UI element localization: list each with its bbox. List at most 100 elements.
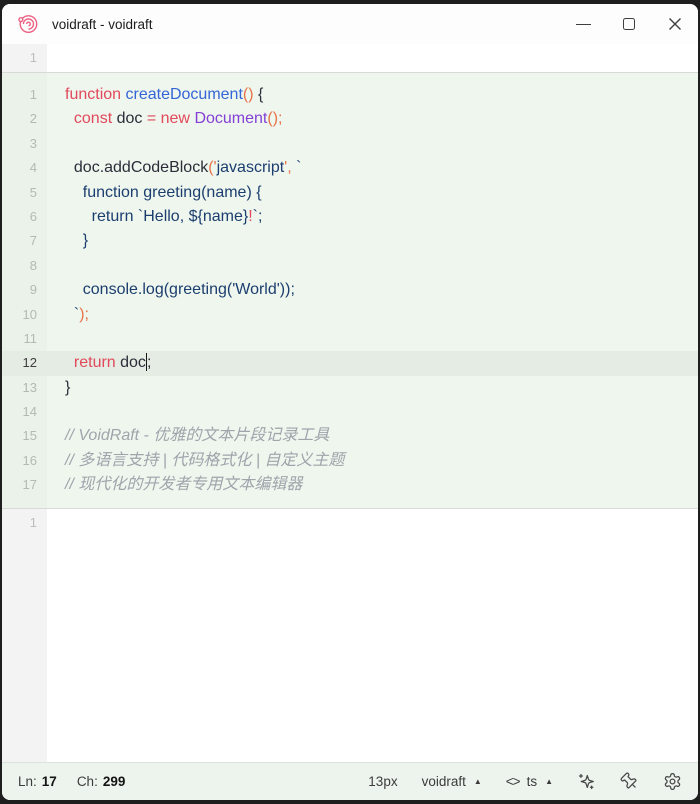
close-button[interactable] xyxy=(652,4,698,44)
line-content[interactable]: return `Hello, ${name}!`; xyxy=(47,205,698,229)
editor-line[interactable]: 1 xyxy=(2,44,698,72)
editor-line[interactable]: 11 xyxy=(2,327,698,351)
editor-line[interactable]: 15 // VoidRaft - 优雅的文本片段记录工具 xyxy=(2,424,698,448)
pin-icon[interactable] xyxy=(620,772,639,791)
code-token: = xyxy=(147,110,156,127)
gear-icon[interactable] xyxy=(663,772,682,791)
editor-line[interactable]: 16 // 多语言支持 | 代码格式化 | 自定义主题 xyxy=(2,449,698,473)
line-content[interactable]: function greeting(name) { xyxy=(47,181,698,205)
code-token: doc xyxy=(116,354,146,371)
code-token xyxy=(65,354,74,371)
line-content[interactable]: const doc = new Document(); xyxy=(47,107,698,131)
editor-line[interactable]: 6 return `Hello, ${name}!`; xyxy=(2,205,698,229)
line-content[interactable]: } xyxy=(47,229,698,253)
editor-block-text[interactable]: 1 xyxy=(2,509,698,762)
editor-line[interactable]: 7 } xyxy=(2,229,698,253)
code-token: { xyxy=(254,86,264,103)
line-content[interactable] xyxy=(47,400,698,424)
code-token: new xyxy=(161,110,190,127)
app-logo-icon xyxy=(17,13,39,35)
editor-line[interactable]: 4 doc.addCodeBlock('javascript', ` xyxy=(2,156,698,180)
line-content[interactable] xyxy=(47,254,698,278)
line-number: 10 xyxy=(2,303,47,327)
font-size-indicator[interactable]: 13px xyxy=(368,774,397,789)
code-token: ` xyxy=(65,306,79,323)
document-selector[interactable]: voidraft ▲ xyxy=(422,774,482,789)
editor-line[interactable]: 8 xyxy=(2,254,698,278)
editor-line[interactable]: 5 function greeting(name) { xyxy=(2,181,698,205)
line-content[interactable]: return doc; xyxy=(47,351,698,375)
sparkles-icon[interactable] xyxy=(577,772,596,791)
app-window: voidraft - voidraft 11function createDoc… xyxy=(2,4,698,800)
code-token: function xyxy=(65,86,121,103)
code-token: Document xyxy=(194,110,267,127)
line-content[interactable] xyxy=(47,132,698,156)
line-number: 1 xyxy=(2,44,47,72)
minimize-button[interactable] xyxy=(560,4,606,44)
editor-block-code[interactable]: 1function createDocument() {2 const doc … xyxy=(2,72,698,509)
line-content[interactable]: doc.addCodeBlock('javascript', ` xyxy=(47,156,698,180)
code-token: createDocument xyxy=(126,86,243,103)
code-token xyxy=(65,110,74,127)
line-content[interactable]: // 多语言支持 | 代码格式化 | 自定义主题 xyxy=(47,449,698,473)
line-number: 3 xyxy=(2,132,47,156)
maximize-button[interactable] xyxy=(606,4,652,44)
editor-line[interactable]: 1 xyxy=(2,509,698,537)
line-number: 17 xyxy=(2,473,47,497)
editor-line[interactable]: 13} xyxy=(2,376,698,400)
line-content[interactable]: `); xyxy=(47,303,698,327)
code-token: doc.addCodeBlock xyxy=(65,159,208,176)
editor-line[interactable]: 17// 现代化的开发者专用文本编辑器 xyxy=(2,473,698,497)
editor-line[interactable]: 2 const doc = new Document(); xyxy=(2,107,698,131)
code-icon: <> xyxy=(506,774,520,789)
document-name: voidraft xyxy=(422,774,466,789)
line-number: 1 xyxy=(2,83,47,107)
line-content[interactable] xyxy=(47,509,698,537)
code-token: (); xyxy=(267,110,282,127)
line-number: 16 xyxy=(2,449,47,473)
window-controls xyxy=(560,4,698,44)
code-token: ; xyxy=(147,354,151,371)
code-token: // 多语言支持 | 代码格式化 | 自定义主题 xyxy=(65,452,344,469)
line-number: 8 xyxy=(2,254,47,278)
code-token: (' xyxy=(208,159,216,176)
line-content[interactable]: } xyxy=(47,376,698,400)
line-number: 15 xyxy=(2,424,47,448)
editor-line[interactable]: 14 xyxy=(2,400,698,424)
line-content[interactable] xyxy=(47,327,698,351)
line-content[interactable]: // VoidRaft - 优雅的文本片段记录工具 xyxy=(47,424,698,448)
line-content[interactable] xyxy=(47,44,698,72)
line-content[interactable]: function createDocument() { xyxy=(47,83,698,107)
minimize-icon xyxy=(576,24,591,25)
line-number: 2 xyxy=(2,107,47,131)
code-token: () xyxy=(243,86,254,103)
line-number: 11 xyxy=(2,327,47,351)
line-number: 12 xyxy=(2,351,47,375)
editor-line[interactable]: 3 xyxy=(2,132,698,156)
line-indicator: Ln: 17 xyxy=(18,774,57,789)
code-token: javascript xyxy=(217,159,285,176)
editor-line[interactable]: 12 return doc; xyxy=(2,351,698,375)
editor-block-text[interactable]: 1 xyxy=(2,44,698,72)
line-number: 4 xyxy=(2,156,47,180)
language-selector[interactable]: <> ts ▲ xyxy=(506,774,553,789)
line-number: 13 xyxy=(2,376,47,400)
code-token: const xyxy=(74,110,112,127)
editor[interactable]: 11function createDocument() {2 const doc… xyxy=(2,44,698,762)
line-content[interactable]: // 现代化的开发者专用文本编辑器 xyxy=(47,473,698,497)
editor-line[interactable]: 10 `); xyxy=(2,303,698,327)
line-number: 5 xyxy=(2,181,47,205)
line-content[interactable]: console.log(greeting('World')); xyxy=(47,278,698,302)
code-token: } xyxy=(65,379,70,396)
code-token: // VoidRaft - 优雅的文本片段记录工具 xyxy=(65,427,329,444)
code-token: } xyxy=(65,232,88,249)
editor-line[interactable]: 1function createDocument() { xyxy=(2,83,698,107)
char-label: Ch: xyxy=(77,774,98,789)
code-token: function greeting(name) { xyxy=(65,184,262,201)
line-number: 1 xyxy=(2,509,47,537)
maximize-icon xyxy=(623,18,635,30)
code-token: return xyxy=(74,354,116,371)
editor-line[interactable]: 9 console.log(greeting('World')); xyxy=(2,278,698,302)
title-bar[interactable]: voidraft - voidraft xyxy=(2,4,698,44)
code-token: `; xyxy=(253,208,263,225)
